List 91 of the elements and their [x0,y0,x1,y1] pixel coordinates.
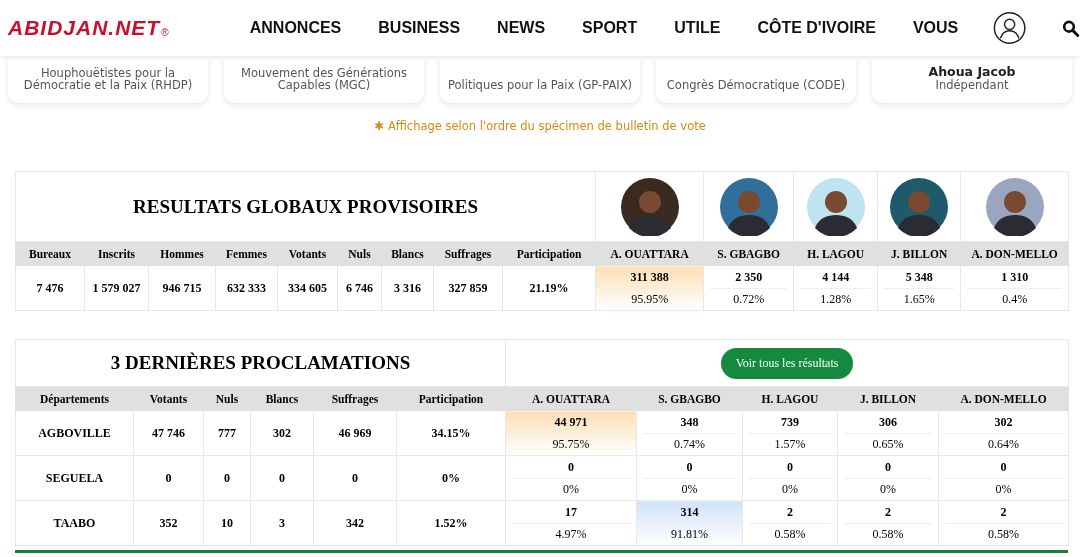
table-cell: 632 333 [215,265,278,311]
candidate-avatar [985,177,1044,236]
table-cell: 46 969 [313,410,397,456]
party-name: Politiques pour la Paix (GP-PAIX) [447,79,632,91]
candidate-header: A. OUATTARA [505,386,637,411]
candidate-header: A. DON-MELLO [960,241,1069,266]
candidate-card[interactable]: Mouvement des Générations Capables (MGC) [224,57,424,103]
table-cell: 0 [313,455,397,501]
result-cell: 739 1.57% [742,410,838,456]
result-cell: 4 144 1.28% [793,265,878,311]
result-cell: 17 4.97% [505,500,637,546]
nav-link[interactable]: UTILE [674,19,721,37]
result-cell: 302 0.64% [938,410,1069,456]
candidate-header: S. GBAGBO [703,241,794,266]
nav-link[interactable]: BUSINESS [378,19,461,37]
asterisk-icon: ✱ [374,119,384,133]
table-cell: 7 476 [15,265,85,311]
table-cell: 302 [250,410,314,456]
table-cell: 352 [133,500,204,546]
result-cell: 306 0.65% [837,410,939,456]
table-title: RESULTATS GLOBAUX PROVISOIRES [133,195,478,217]
candidate-header: A. OUATTARA [595,241,704,266]
result-cell: 2 0.58% [938,500,1069,546]
column-header: Participation [396,386,506,411]
candidate-card[interactable]: Houphouëtistes pour la Démocratie et la Paix (RHDP) [8,57,208,103]
table-cell: 946 715 [148,265,216,311]
table-cell: 47 746 [133,410,204,456]
table-cell: 327 859 [433,265,503,311]
search-icon[interactable] [1062,18,1080,38]
result-cell: 0 0% [505,455,637,501]
table-cell: 34.15% [396,410,506,456]
registered-mark: ® [161,27,169,38]
candidate-name: Ahoua Jacob [928,64,1016,79]
table-cell: SEGUELA [15,455,134,501]
table-cell: 0% [396,455,506,501]
candidate-card[interactable]: Ahoua Jacob Indépendant [872,57,1072,103]
result-cell: 314 91.81% [636,500,743,546]
nav-link[interactable]: ANNONCES [249,19,342,37]
nav-link[interactable]: SPORT [582,19,638,37]
result-cell: 5 348 1.65% [877,265,961,311]
candidate-card[interactable]: Congrès Démocratique (CODE) [656,57,856,103]
all-results-button[interactable]: Voir tous les résultats [720,347,854,379]
party-name: Houphouëtistes pour la Démocratie et la Paix (RHDP) [22,67,194,91]
ballot-order-note: Affichage selon l'ordre du spécimen de bulletin de vote [387,119,706,133]
result-cell: 0 0% [938,455,1069,501]
candidate-avatar [719,177,778,236]
table-cell: 3 316 [381,265,434,311]
candidate-avatar [890,177,949,236]
result-cell: 348 0.74% [636,410,743,456]
candidate-header: A. DON-MELLO [938,386,1069,411]
table-cell: 0 [133,455,204,501]
nav-link[interactable]: CÔTE D'IVOIRE [757,19,876,37]
result-cell: 2 350 0.72% [703,265,794,311]
result-cell: 44 971 95.75% [505,410,637,456]
column-header: Bureaux [15,241,85,266]
site-logo[interactable]: ABIDJAN.NET [8,16,161,40]
table-cell: 0 [250,455,314,501]
table-cell: 334 605 [277,265,338,311]
candidate-avatar [806,177,865,236]
candidate-card[interactable]: Politiques pour la Paix (GP-PAIX) [440,57,640,103]
result-cell: 311 388 95.95% [595,265,704,311]
party-name: Congrès Démocratique (CODE) [666,79,846,91]
table-cell: 6 746 [337,265,382,311]
result-cell: 2 0.58% [837,500,939,546]
table-cell: 777 [203,410,251,456]
candidate-avatar [620,177,679,236]
result-cell: 1 310 0.4% [960,265,1069,311]
table-cell: 21.19% [502,265,596,311]
nav-link[interactable]: NEWS [497,19,546,37]
result-cell: 0 0% [742,455,838,501]
party-name: Mouvement des Générations Capables (MGC) [240,67,408,91]
candidate-header: J. BILLON [837,386,939,411]
table-cell: 0 [203,455,251,501]
nav-link[interactable]: VOUS [912,19,959,37]
result-cell: 0 0% [837,455,939,501]
party-name: Indépendant [935,79,1009,91]
column-header: Participation [502,241,596,266]
table-cell: TAABO [15,500,134,546]
result-cell: 0 0% [636,455,743,501]
candidate-header: H. LAGOU [742,386,838,411]
table-cell: 1 579 027 [84,265,149,311]
table-cell: 342 [313,500,397,546]
column-header: Départements [15,386,134,411]
table-cell: AGBOVILLE [15,410,134,456]
user-icon[interactable] [993,10,1027,46]
table-cell: 10 [203,500,251,546]
candidate-header: S. GBAGBO [636,386,743,411]
table-cell: 3 [250,500,314,546]
table-title: 3 DERNIÈRES PROCLAMATIONS [110,352,411,373]
table-cell: 1.52% [396,500,506,546]
result-cell: 2 0.58% [742,500,838,546]
